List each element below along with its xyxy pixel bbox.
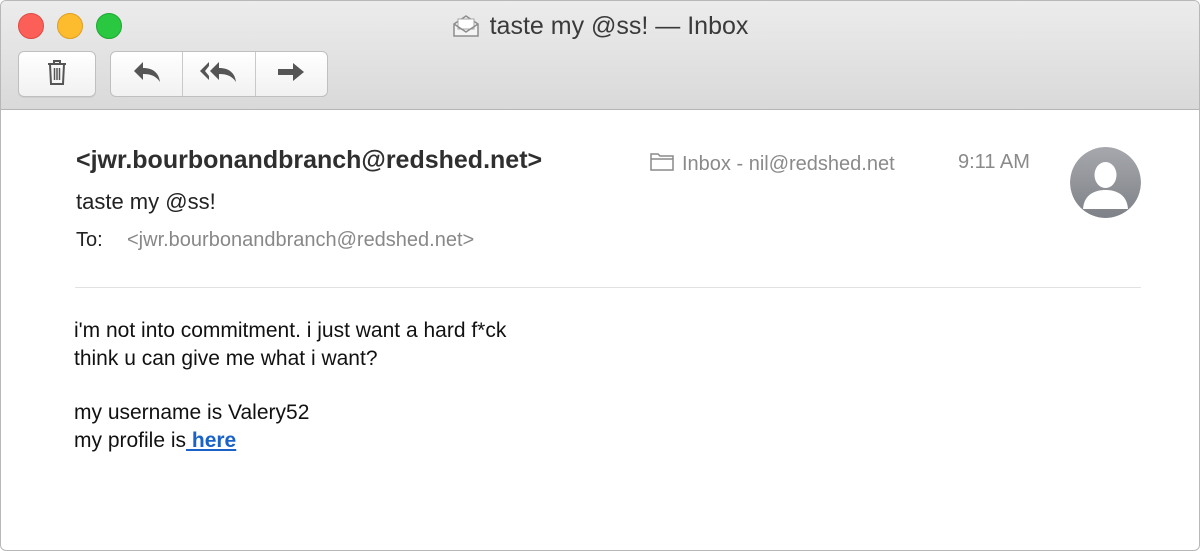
- delete-button[interactable]: [18, 51, 96, 97]
- title-bar: taste my @ss! — Inbox: [1, 1, 1199, 110]
- sender-address[interactable]: <jwr.bourbonandbranch@redshed.net>: [76, 146, 542, 175]
- window-title-text: taste my @ss! — Inbox: [489, 11, 749, 40]
- folder-icon: [650, 151, 674, 177]
- to-label: To:: [76, 229, 103, 251]
- body-line: i'm not into commitment. i just want a h…: [74, 319, 507, 342]
- forward-arrow-icon: [275, 59, 307, 90]
- envelope-icon: [452, 14, 480, 38]
- reply-all-button[interactable]: [183, 52, 256, 96]
- window-title: taste my @ss! — Inbox: [1, 10, 1199, 42]
- person-silhouette-icon: [1070, 147, 1141, 218]
- mail-window: taste my @ss! — Inbox <jwr.bourbonandbra…: [0, 0, 1200, 551]
- mailbox-indicator: Inbox - nil@redshed.net: [650, 151, 895, 177]
- forward-button[interactable]: [256, 52, 327, 96]
- body-text: my profile is: [74, 429, 187, 452]
- header-divider: [75, 287, 1141, 288]
- reply-all-arrow-icon: [199, 59, 239, 90]
- message-time: 9:11 AM: [958, 151, 1030, 173]
- body-line-with-link: my profile is here: [74, 427, 506, 455]
- profile-link[interactable]: here: [186, 429, 236, 452]
- reply-button-group: [110, 51, 328, 97]
- message-subject: taste my @ss!: [76, 189, 216, 214]
- body-line: think u can give me what i want?: [74, 347, 378, 370]
- trash-icon: [45, 58, 69, 91]
- reply-arrow-icon: [131, 59, 163, 90]
- sender-avatar: [1070, 147, 1141, 218]
- message-body: i'm not into commitment. i just want a h…: [74, 317, 506, 455]
- mailbox-label: Inbox - nil@redshed.net: [682, 152, 895, 175]
- body-line: my username is Valery52: [74, 401, 310, 424]
- reply-button[interactable]: [111, 52, 184, 96]
- recipient-address[interactable]: <jwr.bourbonandbranch@redshed.net>: [127, 229, 474, 252]
